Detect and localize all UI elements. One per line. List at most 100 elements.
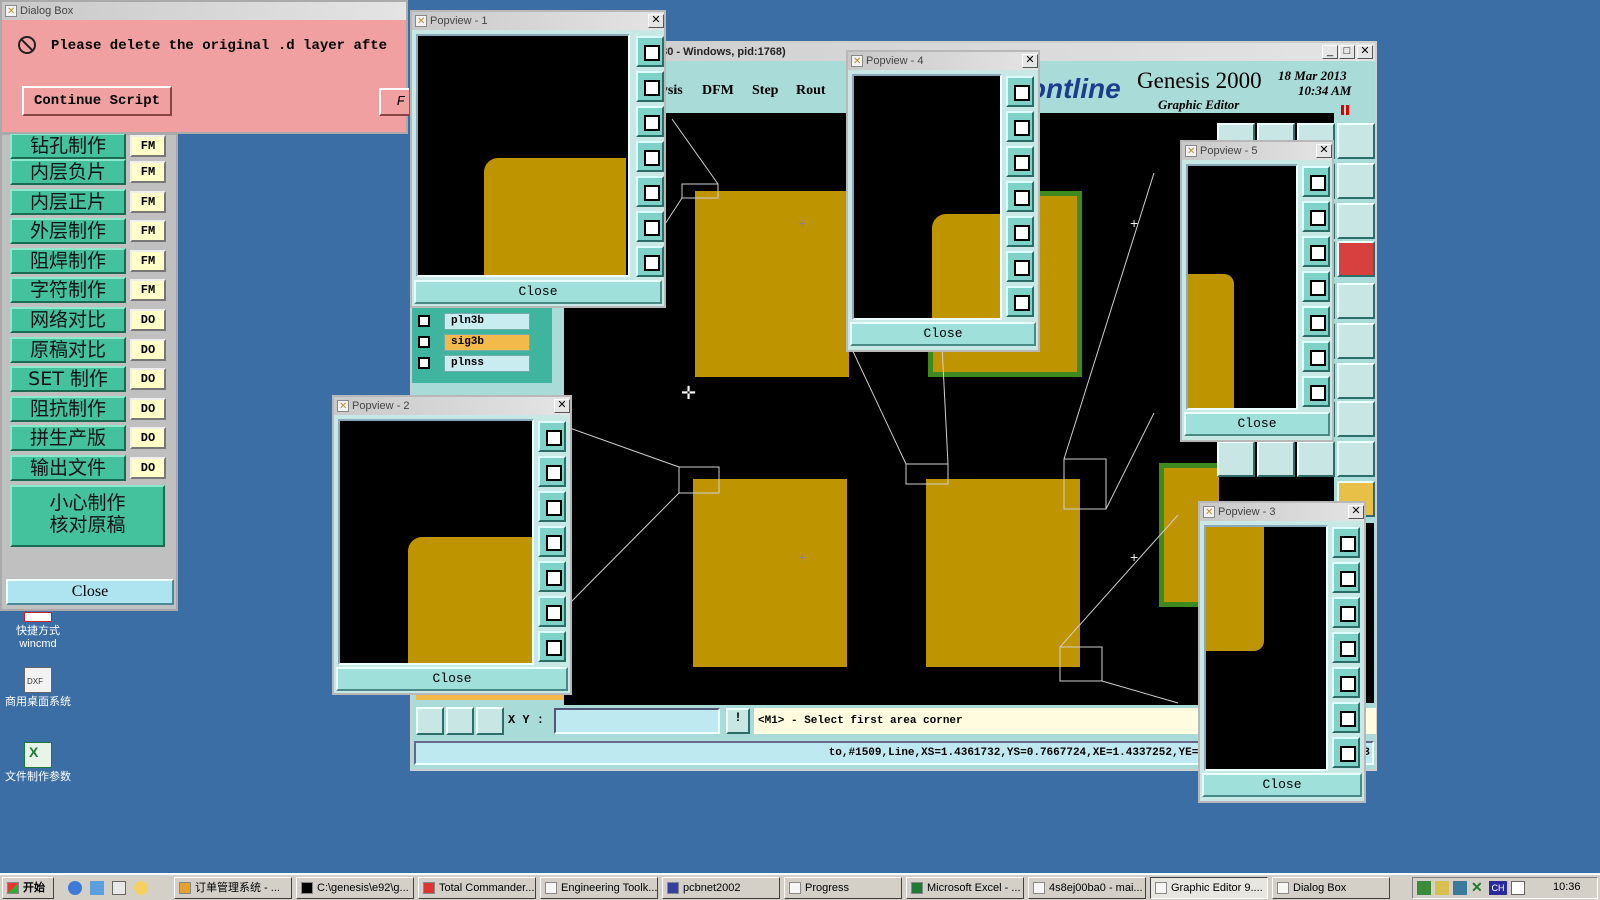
menu-row[interactable]: 内层负片 FM (10, 159, 166, 185)
pan-up-icon[interactable] (538, 456, 566, 487)
desktop-icon-wincmd[interactable]: 快捷方式 wincmd (0, 612, 76, 651)
layer-row[interactable]: pln3b (418, 313, 534, 330)
snap-tool-button[interactable] (416, 707, 444, 735)
tool-button[interactable] (1337, 241, 1375, 277)
menu-row[interactable]: 外层制作 FM (10, 218, 166, 244)
taskbar-button[interactable]: Dialog Box (1272, 877, 1390, 899)
close-window-button[interactable]: ✕ (1357, 45, 1373, 59)
menu-rout[interactable]: Rout (796, 83, 826, 99)
pan-right-icon[interactable] (538, 561, 566, 592)
menu-item-label[interactable]: 钻孔制作 (10, 133, 126, 159)
pan-up-icon[interactable] (1302, 201, 1330, 232)
popview-close-x-button[interactable]: ✕ (554, 399, 570, 413)
tool-button[interactable] (1337, 163, 1375, 199)
desktop-icon-business[interactable]: DXF 商用桌面系统 (0, 667, 76, 709)
menu-item-label[interactable]: 外层制作 (10, 218, 126, 244)
menu-row[interactable]: 钻孔制作 FM (10, 133, 166, 159)
outlook-icon[interactable] (90, 881, 104, 895)
menu-row[interactable]: 内层正片 FM (10, 189, 166, 215)
popview-close-button[interactable]: Close (414, 280, 662, 304)
pan-down-icon[interactable] (1006, 146, 1034, 177)
pan-up-icon[interactable] (1006, 111, 1034, 142)
menu-item-tag-button[interactable]: FM (130, 161, 166, 183)
taskbar-button[interactable]: C:\genesis\e92\g... (296, 877, 414, 899)
menu-step[interactable]: Step (752, 83, 778, 99)
popview-title-bar[interactable]: Popview - 2 (334, 397, 570, 415)
menu-item-tag-button[interactable]: DO (130, 427, 166, 449)
popview-close-button[interactable]: Close (1202, 773, 1362, 797)
zoom-in-icon[interactable] (1302, 341, 1330, 372)
menu-item-tag-button[interactable]: DO (130, 339, 166, 361)
pan-left-icon[interactable] (538, 526, 566, 557)
dialog-title-bar[interactable]: Dialog Box (2, 2, 406, 20)
zoom-fit-icon[interactable] (1332, 527, 1360, 558)
tool-button[interactable] (1297, 441, 1335, 477)
exclamation-icon[interactable]: ! (726, 708, 750, 734)
zoom-out-icon[interactable] (1332, 737, 1360, 768)
popview-title-bar[interactable]: Popview - 1 (412, 12, 664, 30)
taskbar-button[interactable]: Progress (784, 877, 902, 899)
pan-down-icon[interactable] (538, 491, 566, 522)
menu-row[interactable]: 输出文件 DO (10, 455, 166, 481)
menu-item-label[interactable]: 内层正片 (10, 189, 126, 215)
layer-row[interactable]: sig3b (418, 334, 534, 351)
menu-item-label[interactable]: 内层负片 (10, 159, 126, 185)
menu-row[interactable]: 拼生产版 DO (10, 425, 166, 451)
taskbar-button[interactable]: Engineering Toolk... (540, 877, 658, 899)
pan-right-icon[interactable] (636, 176, 664, 207)
pan-down-icon[interactable] (636, 106, 664, 137)
ime-indicator[interactable]: CH (1489, 881, 1507, 895)
popview-canvas[interactable] (1186, 164, 1298, 410)
layer-name[interactable]: sig3b (444, 334, 530, 351)
xy-input[interactable] (554, 708, 720, 734)
zoom-fit-icon[interactable] (538, 421, 566, 452)
layer-checkbox[interactable] (418, 315, 430, 327)
menu-dfm[interactable]: DFM (702, 83, 734, 99)
popview-canvas[interactable] (1204, 525, 1328, 771)
pan-right-icon[interactable] (1006, 216, 1034, 247)
zoom-in-icon[interactable] (538, 596, 566, 627)
menu-item-tag-button[interactable]: DO (130, 368, 166, 390)
popview-close-button[interactable]: Close (1184, 412, 1330, 436)
menu-row[interactable]: 阻焊制作 FM (10, 248, 166, 274)
popview-canvas[interactable] (338, 419, 534, 665)
maximize-button[interactable]: □ (1339, 45, 1355, 59)
pan-left-icon[interactable] (1302, 271, 1330, 302)
monitor-icon[interactable] (1453, 881, 1467, 895)
menu-item-tag-button[interactable]: DO (130, 457, 166, 479)
menu-item-tag-button[interactable]: DO (130, 398, 166, 420)
layer-row[interactable]: plnss (418, 355, 534, 372)
taskbar-button-active[interactable]: Graphic Editor 9.... (1150, 877, 1268, 899)
taskbar-button[interactable]: 4s8ej00ba0 - mai... (1028, 877, 1146, 899)
tool-button[interactable] (1337, 363, 1375, 399)
pan-left-icon[interactable] (1332, 632, 1360, 663)
pan-left-icon[interactable] (636, 141, 664, 172)
menu-item-tag-button[interactable]: FM (130, 250, 166, 272)
zoom-in-icon[interactable] (1332, 702, 1360, 733)
menu-item-tag-button[interactable]: FM (130, 220, 166, 242)
layer-name[interactable]: plnss (444, 355, 530, 372)
pan-right-icon[interactable] (1302, 306, 1330, 337)
pan-up-icon[interactable] (1332, 562, 1360, 593)
tool-button[interactable] (1337, 323, 1375, 359)
zoom-in-icon[interactable] (1006, 251, 1034, 282)
menu-item-label[interactable]: 网络对比 (10, 307, 126, 333)
popview-close-x-button[interactable]: ✕ (648, 14, 664, 28)
popview-close-x-button[interactable]: ✕ (1022, 54, 1038, 68)
close-tray-icon[interactable]: ✕ (1471, 879, 1483, 896)
popview-title-bar[interactable]: Popview - 3 (1200, 503, 1364, 521)
start-button[interactable]: 开始 (2, 877, 54, 899)
popview-title-bar[interactable]: Popview - 4 (848, 52, 1038, 70)
menu-item-label[interactable]: 字符制作 (10, 277, 126, 303)
tool-button[interactable] (1257, 441, 1295, 477)
grid-tool-button[interactable] (476, 707, 504, 735)
zoom-out-icon[interactable] (538, 631, 566, 662)
taskbar-button[interactable]: Microsoft Excel - ... (906, 877, 1024, 899)
menu-item-tag-button[interactable]: DO (130, 309, 166, 331)
tool-button[interactable] (1337, 401, 1375, 437)
menu-row[interactable]: 原稿对比 DO (10, 337, 166, 363)
popview-canvas[interactable] (852, 74, 1002, 320)
desktop-icon[interactable] (112, 881, 126, 895)
menu-item-tag-button[interactable]: FM (130, 191, 166, 213)
popview-close-button[interactable]: Close (850, 322, 1036, 346)
